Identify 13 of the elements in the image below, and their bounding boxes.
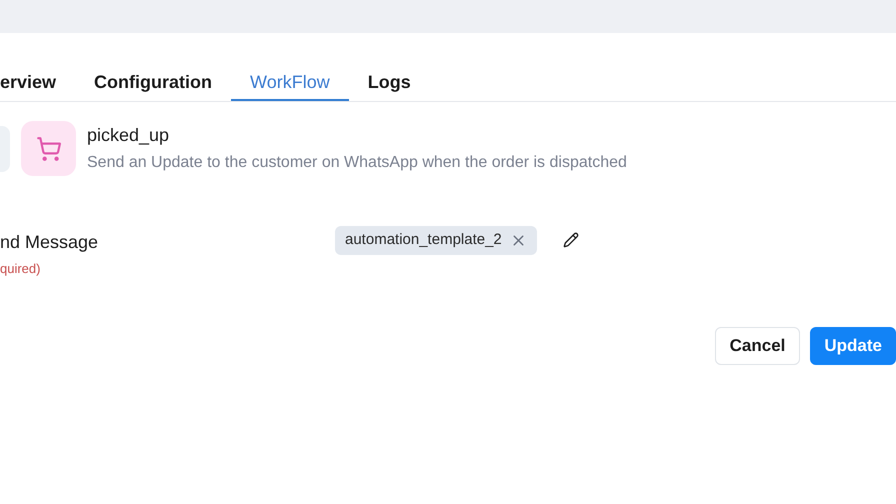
tab[interactable]: WorkFlow: [231, 65, 349, 101]
update-button[interactable]: Update: [810, 326, 896, 364]
event-description: Send an Update to the customer on WhatsApp when the order is dispatched: [87, 153, 627, 173]
chip-label: automation_template_2: [345, 230, 502, 250]
edit-icon[interactable]: [562, 232, 579, 248]
required-note: quired): [0, 260, 42, 278]
field-label: nd Message: [0, 231, 100, 254]
tab[interactable]: Configuration: [75, 65, 232, 101]
cancel-button[interactable]: Cancel: [714, 326, 800, 364]
tab[interactable]: Logs: [348, 65, 430, 101]
tab[interactable]: erview: [0, 65, 76, 101]
event-title: picked_up: [87, 124, 170, 147]
cart-icon: [36, 136, 62, 162]
